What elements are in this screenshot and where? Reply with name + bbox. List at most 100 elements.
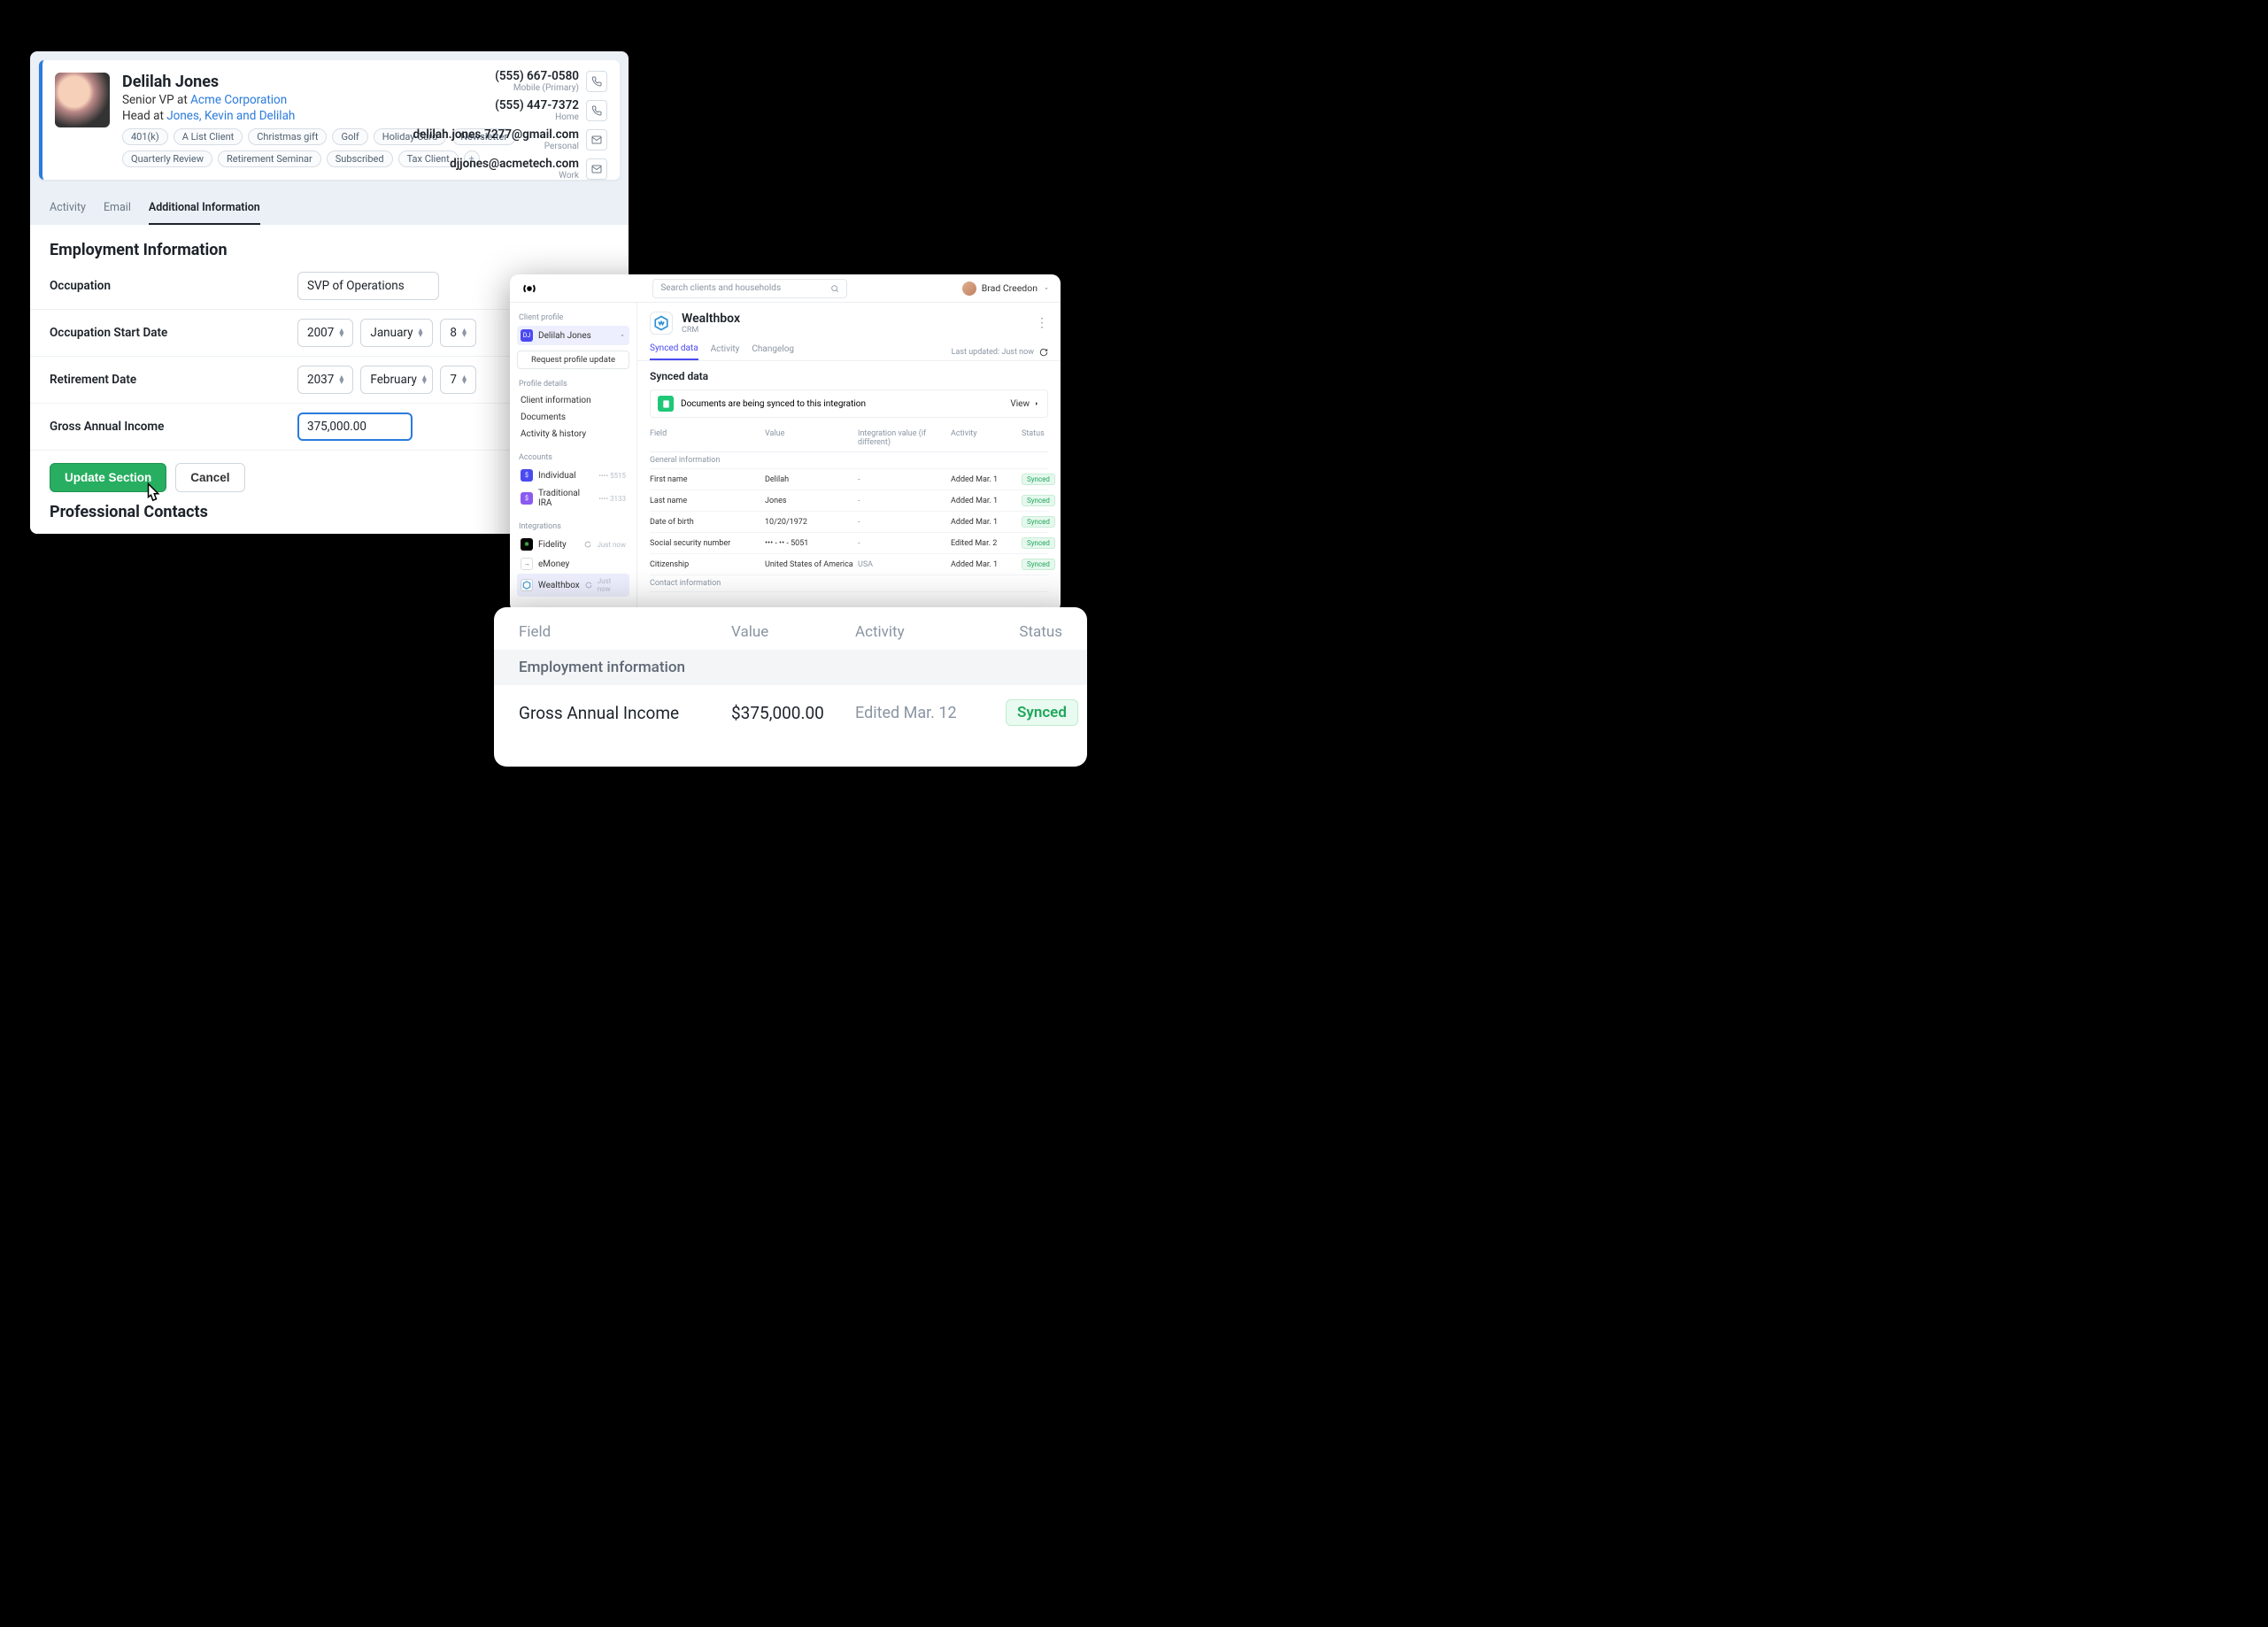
zh-activity: Activity <box>855 623 1006 641</box>
chevron-up-down-icon: ▴▾ <box>419 328 423 337</box>
gross-income-label: Gross Annual Income <box>50 420 297 434</box>
table-row: Citizenship United States of America USA… <box>650 554 1048 575</box>
household-prefix: Head at <box>122 109 166 123</box>
tag[interactable]: Christmas gift <box>248 128 327 145</box>
contact-method-row: (555) 447-7372 Home <box>413 98 607 122</box>
th-activity: Activity <box>951 429 1022 447</box>
search-input[interactable]: Search clients and households <box>652 279 847 298</box>
sidebar-integration-fidelity[interactable]: ✱ Fidelity Just now <box>517 535 629 554</box>
tab-activity[interactable]: Activity <box>711 344 740 359</box>
section-employment-title: Employment Information <box>30 225 629 263</box>
refresh-icon[interactable] <box>1039 348 1048 357</box>
tab-changelog[interactable]: Changelog <box>752 344 794 359</box>
cancel-button[interactable]: Cancel <box>175 463 244 492</box>
title-prefix: Senior VP at <box>122 93 190 107</box>
occupation-input[interactable]: SVP of Operations <box>297 272 439 300</box>
table-row: Date of birth 10/20/1972 - Added Mar. 1 … <box>650 512 1048 533</box>
tag[interactable]: Retirement Seminar <box>218 150 321 167</box>
client-name: Delilah Jones <box>538 331 613 341</box>
retire-month-select[interactable]: February▴▾ <box>360 366 433 394</box>
kebab-menu-icon[interactable]: ⋮ <box>1036 316 1048 330</box>
dispatch-window: Search clients and households Brad Creed… <box>510 274 1061 613</box>
email-work-label: Work <box>450 171 579 181</box>
section-title: Synced data <box>650 370 1048 382</box>
sidebar-account-individual[interactable]: $ Individual •••• 5515 <box>517 466 629 485</box>
sidebar-integration-wealthbox[interactable]: Wealthbox Just now <box>517 574 629 597</box>
th-integration-value: Integration value (if different) <box>858 429 951 447</box>
email-personal-label: Personal <box>413 142 579 151</box>
occupation-label: Occupation <box>50 279 297 293</box>
status-badge: Synced <box>1022 474 1055 485</box>
tab-email[interactable]: Email <box>104 201 131 225</box>
company-link[interactable]: Acme Corporation <box>190 93 287 107</box>
zoom-panel: Field Value Activity Status Employment i… <box>494 607 1087 767</box>
search-icon <box>830 284 839 293</box>
retire-day-select[interactable]: 7▴▾ <box>440 366 476 394</box>
zoom-header: Field Value Activity Status <box>519 623 1062 650</box>
tag[interactable]: Subscribed <box>327 150 393 167</box>
user-name: Brad Creedon <box>982 282 1038 294</box>
client-badge-icon: DJ <box>521 329 533 342</box>
user-menu[interactable]: Brad Creedon <box>962 281 1050 296</box>
sidebar-link-client-info[interactable]: Client information <box>517 392 629 409</box>
contact-method-row: delilah.jones.7277@gmail.com Personal <box>413 127 607 151</box>
banner-view-link[interactable]: View <box>1010 399 1040 409</box>
phone-icon[interactable] <box>586 100 607 121</box>
status-badge: Synced <box>1022 559 1055 570</box>
table-row: Last name Jones - Added Mar. 1 Synced <box>650 490 1048 512</box>
sidebar-label-integrations: Integrations <box>517 519 629 535</box>
status-badge: Synced <box>1022 537 1055 549</box>
tab-synced-data[interactable]: Synced data <box>650 343 698 360</box>
sidebar-integration-emoney[interactable]: → eMoney <box>517 554 629 574</box>
account-icon: $ <box>521 492 533 505</box>
app-logo-icon[interactable] <box>521 280 538 297</box>
sidebar: Client profile DJ Delilah Jones Request … <box>510 303 637 613</box>
start-date-label: Occupation Start Date <box>50 326 297 340</box>
request-profile-update-button[interactable]: Request profile update <box>517 351 629 369</box>
chevron-up-down-icon: ▴▾ <box>462 328 467 337</box>
chevron-up-down-icon: ▴▾ <box>339 375 343 384</box>
mail-icon[interactable] <box>586 129 607 150</box>
chevron-down-icon <box>1043 285 1050 292</box>
tag[interactable]: 401(k) <box>122 128 168 145</box>
contact-method-row: (555) 667-0580 Mobile (Primary) <box>413 69 607 93</box>
contact-avatar <box>55 73 110 127</box>
phone-icon[interactable] <box>586 71 607 92</box>
household-link[interactable]: Jones, Kevin and Delilah <box>166 109 295 123</box>
body: Client profile DJ Delilah Jones Request … <box>510 303 1061 613</box>
tag[interactable]: Quarterly Review <box>122 150 212 167</box>
last-updated: Last updated: Just now <box>952 348 1048 357</box>
mail-icon[interactable] <box>586 158 607 180</box>
th-field: Field <box>650 429 765 447</box>
emoney-icon: → <box>521 558 533 570</box>
sidebar-link-documents[interactable]: Documents <box>517 409 629 426</box>
phone-home: (555) 447-7372 <box>495 98 579 112</box>
group-general-info: General information <box>650 452 1048 469</box>
email-personal: delilah.jones.7277@gmail.com <box>413 127 579 142</box>
zh-field: Field <box>519 623 731 641</box>
tag[interactable]: Golf <box>332 128 367 145</box>
synced-data-content: Synced data Documents are being synced t… <box>637 361 1061 601</box>
start-month-select[interactable]: January▴▾ <box>360 319 433 347</box>
zh-value: Value <box>731 623 855 641</box>
documents-icon <box>658 396 674 412</box>
update-section-button[interactable]: Update Section <box>50 463 166 492</box>
start-day-select[interactable]: 8▴▾ <box>440 319 476 347</box>
table-header: Field Value Integration value (if differ… <box>650 425 1048 452</box>
wealthbox-logo-icon <box>650 312 673 335</box>
tab-activity[interactable]: Activity <box>50 201 86 225</box>
chevron-up-down-icon: ▴▾ <box>422 375 427 384</box>
client-selector[interactable]: DJ Delilah Jones <box>517 326 629 345</box>
retire-year-select[interactable]: 2037▴▾ <box>297 366 353 394</box>
tab-additional-information[interactable]: Additional Information <box>149 201 260 225</box>
sidebar-account-ira[interactable]: $ Traditional IRA •••• 3133 <box>517 485 629 512</box>
wealthbox-icon <box>521 579 533 591</box>
start-year-select[interactable]: 2007▴▾ <box>297 319 353 347</box>
table-row: First name Delilah - Added Mar. 1 Synced <box>650 469 1048 490</box>
integration-title: Wealthbox <box>682 312 740 326</box>
zoom-value: $375,000.00 <box>731 703 855 723</box>
sidebar-label-accounts: Accounts <box>517 450 629 466</box>
sidebar-link-activity[interactable]: Activity & history <box>517 426 629 443</box>
tag[interactable]: A List Client <box>174 128 243 145</box>
gross-income-input[interactable]: 375,000.00 <box>297 413 413 441</box>
